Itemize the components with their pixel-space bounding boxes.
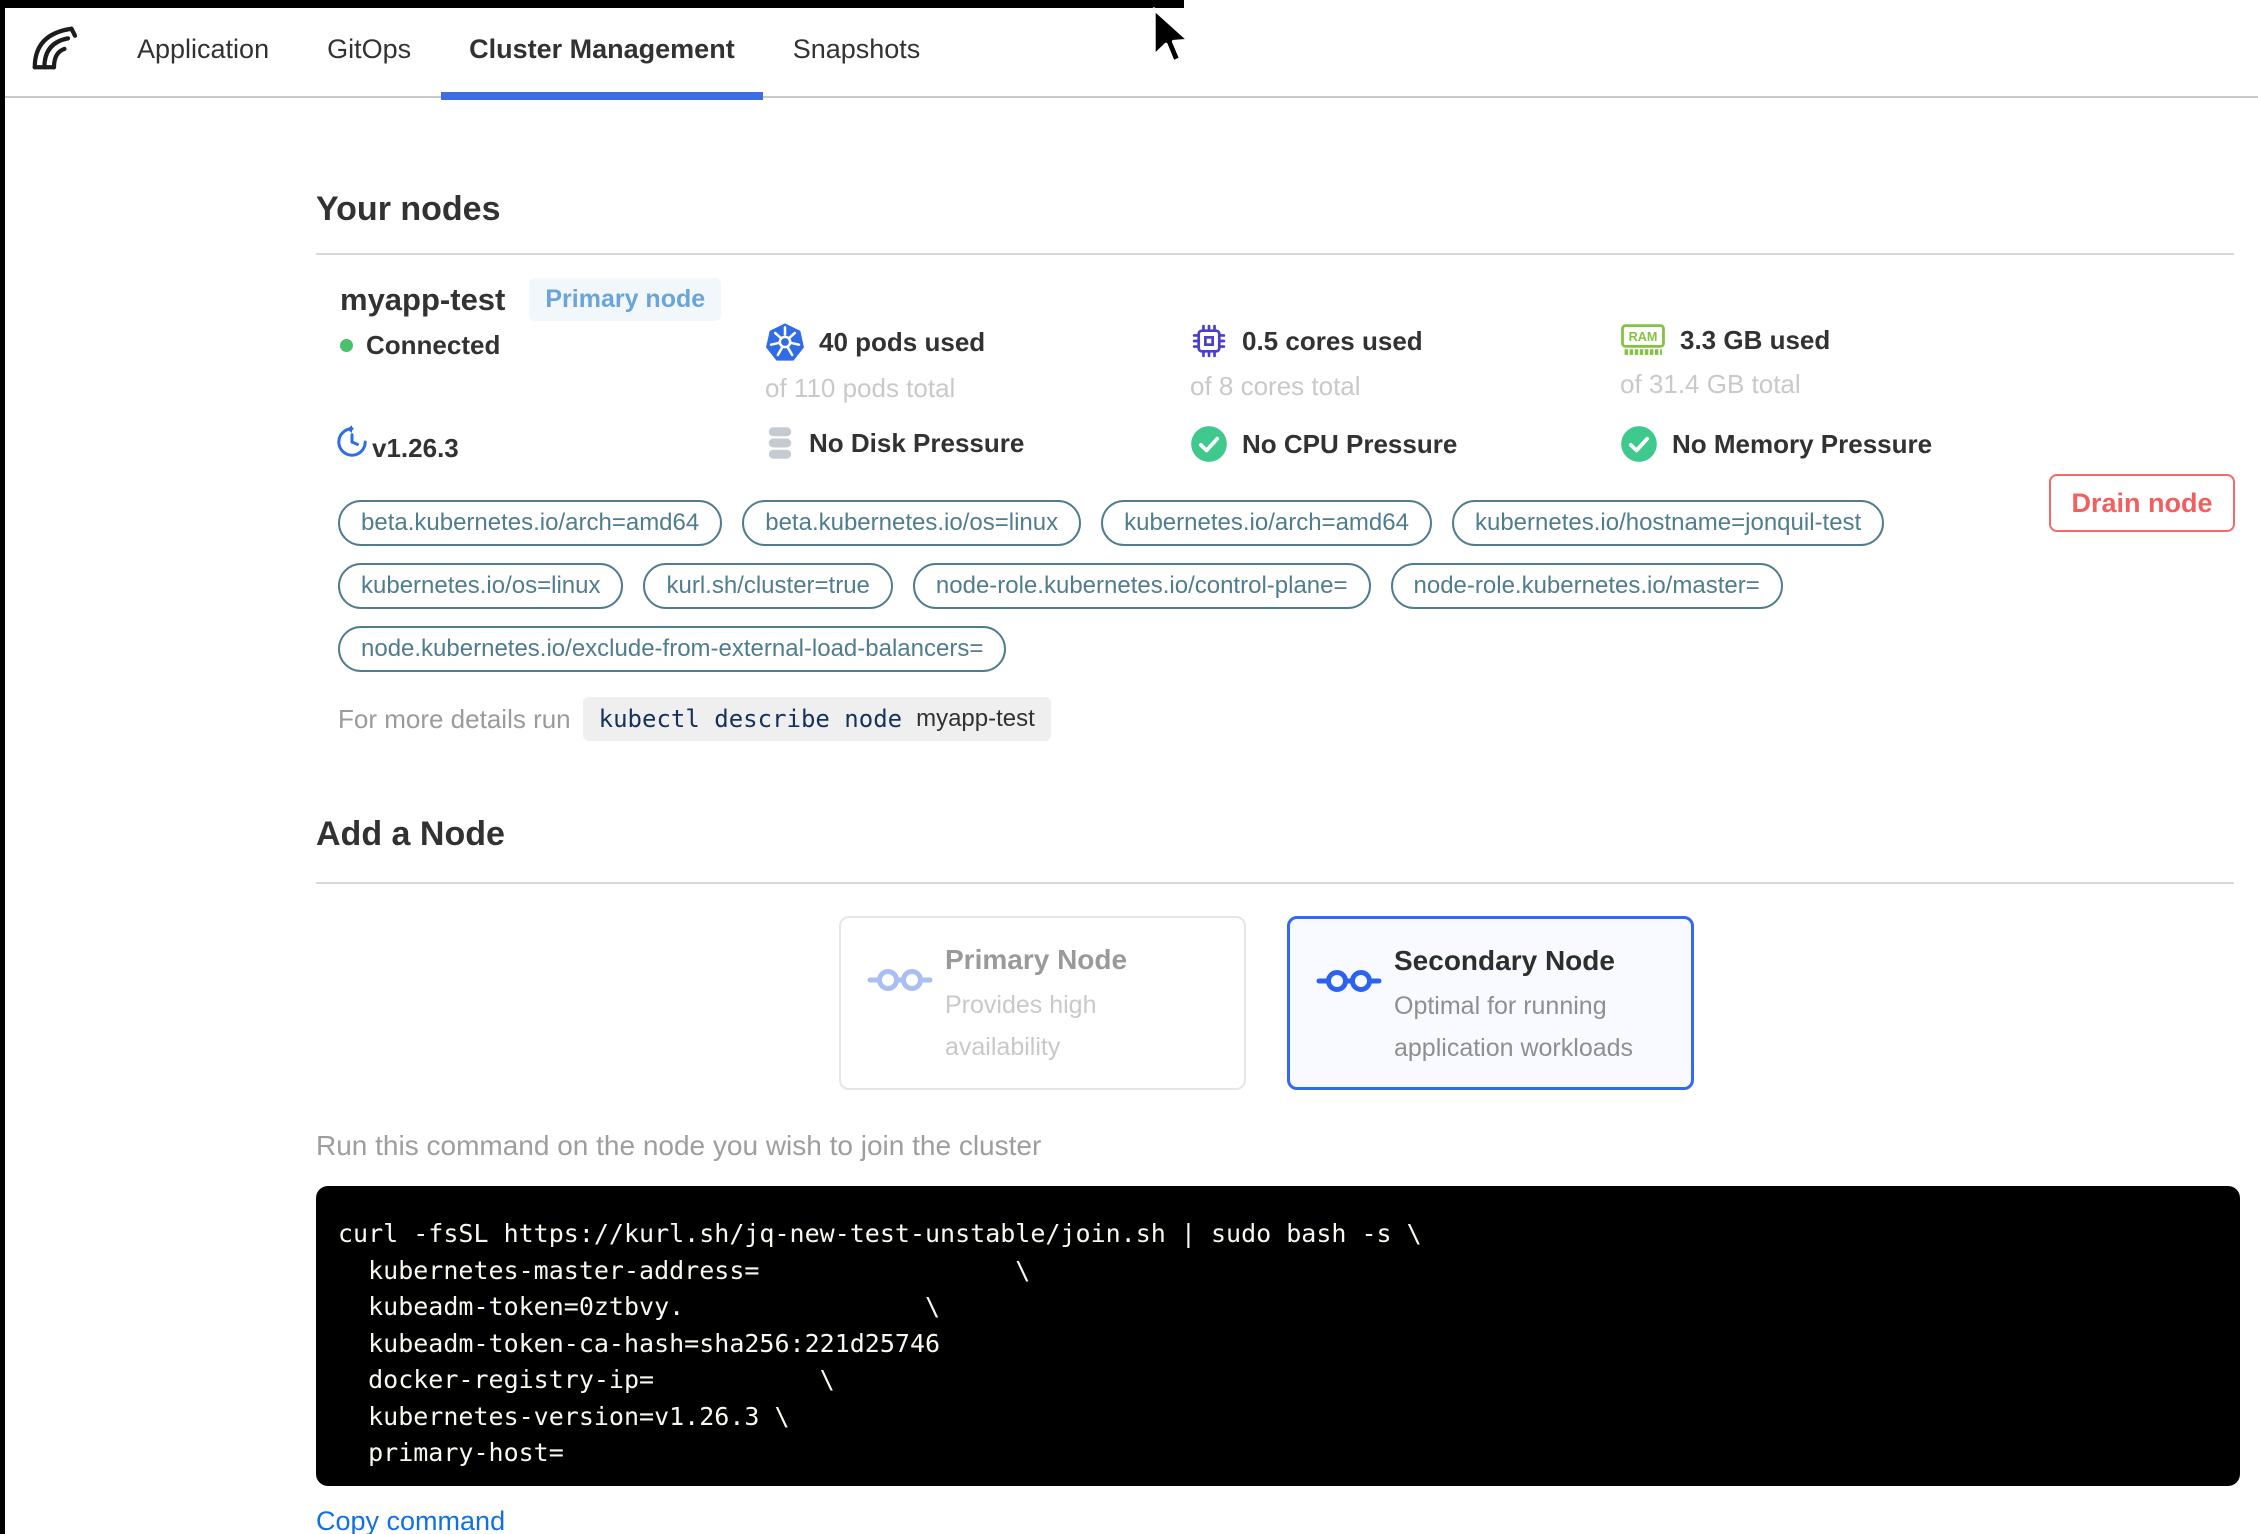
node-name-row: myapp-test Primary node [340,278,722,321]
tab-snapshots[interactable]: Snapshots [793,0,921,98]
secondary-node-card-title: Secondary Node [1394,945,1615,976]
cores-used-label: 0.5 cores used [1242,325,1423,356]
kubernetes-icon [765,322,805,362]
memory-total-label: of 31.4 GB total [1620,369,1801,399]
cpu-pressure-label: No CPU Pressure [1242,428,1458,459]
node-name: myapp-test [340,281,506,317]
tab-application[interactable]: Application [137,0,269,98]
code-line: docker-registry-ip= \ [338,1365,835,1394]
kubectl-node-name: myapp-test [916,705,1035,732]
drain-node-button[interactable]: Drain node [2049,474,2235,532]
node-label-tag: kurl.sh/cluster=true [643,563,893,609]
code-line: curl -fsSL https://kurl.sh/jq-new-test-u… [338,1219,1422,1248]
svg-text:RAM: RAM [1629,330,1658,344]
status-dot-icon [340,339,353,352]
disk-pressure-label: No Disk Pressure [809,427,1025,458]
stat-memory: RAM 3.3 GB used of 31.4 GB total [1620,322,1830,400]
stat-pods: 40 pods used of 110 pods total [765,322,985,404]
pods-used-label: 40 pods used [819,326,986,357]
secondary-node-card-desc: Optimal for running application workload… [1394,992,1634,1062]
code-line: kubernetes-version=v1.26.3 \ [338,1401,790,1431]
primary-node-card-desc: Provides high availability [945,991,1097,1061]
check-circle-icon [1620,425,1658,463]
node-link-icon [1316,963,1382,999]
join-instruction: Run this command on the node you wish to… [316,1130,1042,1161]
node-link-icon [867,962,933,998]
mouse-cursor-icon [1146,6,1194,70]
node-label-tag: kubernetes.io/os=linux [338,563,624,609]
code-line: kubernetes-master-address= \ [338,1255,1031,1285]
memory-pressure-label: No Memory Pressure [1672,428,1933,459]
screen-edge-top [0,0,1184,8]
node-labels: beta.kubernetes.io/arch=amd64 beta.kuber… [338,500,2048,672]
code-line: kubeadm-token-ca-hash=sha256:221d25746 [338,1328,941,1358]
cpu-chip-icon [1190,322,1228,360]
node-label-tag: node-role.kubernetes.io/master= [1390,563,1783,609]
node-label-tag: kubernetes.io/hostname=jonquil-test [1451,500,1885,546]
node-details-hint: For more details run kubectl describe no… [338,697,1051,741]
tab-gitops[interactable]: GitOps [327,0,411,98]
copy-command-link[interactable]: Copy command [316,1506,505,1534]
secondary-node-card[interactable]: Secondary Node Optimal for running appli… [1287,916,1694,1090]
node-version: v1.26.3 [334,424,459,463]
version-label: v1.26.3 [372,432,459,463]
node-label-tag: beta.kubernetes.io/arch=amd64 [338,500,723,546]
add-a-node-heading: Add a Node [316,815,505,853]
condition-cpu: No CPU Pressure [1190,425,1457,463]
primary-node-card-title: Primary Node [945,944,1128,975]
divider [316,253,2234,255]
primary-node-card[interactable]: Primary Node Provides high availability [839,916,1246,1090]
disk-database-icon [765,425,795,461]
tab-cluster-management[interactable]: Cluster Management [441,0,763,100]
divider [316,882,2234,884]
memory-used-label: 3.3 GB used [1680,324,1831,355]
join-command-codeblock: curl -fsSL https://kurl.sh/jq-new-test-u… [316,1186,2240,1486]
primary-node-badge: Primary node [529,278,722,321]
replicated-logo-icon [26,20,82,76]
code-line: kubeadm-token=0ztbvy. \ [338,1292,941,1321]
check-circle-icon [1190,425,1228,463]
screen-edge-left [0,0,5,1534]
node-label-tag: node.kubernetes.io/exclude-from-external… [338,626,1007,672]
node-label-tag: kubernetes.io/arch=amd64 [1101,500,1432,546]
kubectl-command-chip: kubectl describe node myapp-test [582,697,1051,741]
status-label: Connected [366,330,501,360]
stat-cores: 0.5 cores used of 8 cores total [1190,322,1423,402]
kubectl-command: kubectl describe node [598,705,903,733]
cores-total-label: of 8 cores total [1190,371,1361,401]
node-label-tag: beta.kubernetes.io/os=linux [742,500,1082,546]
condition-disk: No Disk Pressure [765,425,1024,461]
top-navigation: Application GitOps Cluster Management Sn… [0,0,2258,100]
node-status: Connected [340,330,500,361]
pods-total-label: of 110 pods total [765,373,956,403]
version-update-icon [334,424,370,460]
details-prefix: For more details run [338,703,571,734]
code-line: primary-host= [338,1438,564,1467]
condition-memory: No Memory Pressure [1620,425,1932,463]
nav-tabs: Application GitOps Cluster Management Sn… [137,0,921,100]
your-nodes-heading: Your nodes [316,190,501,228]
node-label-tag: node-role.kubernetes.io/control-plane= [912,563,1371,609]
ram-icon: RAM [1620,322,1666,358]
